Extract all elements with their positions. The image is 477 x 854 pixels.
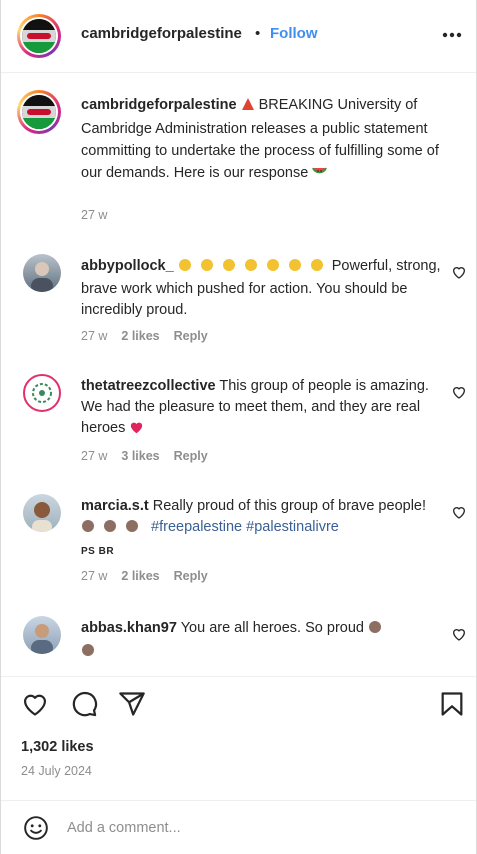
comment-likes[interactable]: 3 likes: [121, 449, 159, 463]
comment-meta: 27 w 3 likes Reply: [81, 449, 208, 463]
comment-text: Really proud of this group of brave peop…: [152, 498, 427, 514]
follow-button[interactable]: Follow: [270, 25, 318, 42]
comment-like-heart-icon[interactable]: [451, 504, 467, 520]
muscle-emoji-icon: [81, 643, 95, 664]
watermelon-icon: [312, 164, 328, 186]
share-icon[interactable]: [118, 690, 146, 718]
reply-button[interactable]: Reply: [174, 449, 208, 463]
header-divider: [1, 72, 476, 73]
comment-like-heart-icon[interactable]: [451, 264, 467, 280]
commenter-avatar[interactable]: [23, 616, 61, 654]
caption-username[interactable]: cambridgeforpalestine: [81, 97, 237, 113]
comment-username[interactable]: abbas.khan97: [81, 620, 177, 636]
post-panel: cambridgeforpalestine • Follow cambridge…: [0, 0, 477, 854]
palestine-flag-logo: [22, 95, 56, 129]
comment-time: 27 w: [81, 449, 108, 463]
comment-icon[interactable]: [70, 690, 98, 718]
comment-input[interactable]: [67, 816, 427, 840]
reply-button[interactable]: Reply: [174, 329, 208, 343]
clapping-hands-icons: [178, 257, 328, 279]
comment-username[interactable]: thetatreezcollective: [81, 378, 216, 394]
hashtag-link[interactable]: #palestinalivre: [246, 519, 339, 535]
comment-text-block: abbas.khan97 You are all heroes. So prou…: [81, 618, 441, 664]
flag-emojis: PS BR: [81, 546, 115, 557]
author-avatar[interactable]: [17, 14, 61, 58]
heart-emoji-icon: [129, 420, 144, 441]
heart-icon[interactable]: [21, 690, 49, 718]
actions-divider: [1, 676, 476, 677]
caption-text-block: cambridgeforpalestine BREAKING Universit…: [81, 94, 453, 186]
comment-like-heart-icon[interactable]: [451, 626, 467, 642]
comment-text: You are all heroes. So proud: [180, 620, 364, 636]
comment-time: 27 w: [81, 569, 108, 583]
muscle-emoji-icons: [81, 519, 147, 540]
reply-button[interactable]: Reply: [174, 569, 208, 583]
header-username[interactable]: cambridgeforpalestine: [81, 25, 242, 42]
separator-dot: •: [255, 25, 261, 42]
comment-text-block: abbypollock_ Powerful, strong, brave wor…: [81, 256, 441, 321]
post-date: 24 July 2024: [21, 764, 92, 778]
post-header: cambridgeforpalestine • Follow: [1, 0, 476, 72]
comment-text-block: marcia.s.t Really proud of this group of…: [81, 496, 441, 562]
palestine-flag-logo: [22, 19, 56, 53]
commenter-avatar[interactable]: [23, 374, 61, 412]
comment-username[interactable]: abbypollock_: [81, 258, 174, 274]
bookmark-icon[interactable]: [438, 690, 466, 718]
smile-icon[interactable]: [23, 815, 49, 841]
comment-like-heart-icon[interactable]: [451, 384, 467, 400]
comment-username[interactable]: marcia.s.t: [81, 498, 149, 514]
commenter-avatar[interactable]: [23, 254, 61, 292]
more-horizontal-icon[interactable]: [437, 25, 467, 45]
caption-avatar[interactable]: [17, 90, 61, 134]
comment-meta: 27 w 2 likes Reply: [81, 329, 208, 343]
likes-count[interactable]: 1,302 likes: [21, 739, 94, 755]
warning-icon: [241, 96, 255, 118]
caption-time: 27 w: [81, 208, 108, 222]
commenter-avatar[interactable]: [23, 494, 61, 532]
comment-likes[interactable]: 2 likes: [121, 569, 159, 583]
hashtag-link[interactable]: #freepalestine: [151, 519, 242, 535]
caption-meta: 27 w: [81, 208, 107, 222]
comment-likes[interactable]: 2 likes: [121, 329, 159, 343]
muscle-emoji-icon: [368, 620, 382, 641]
comment-time: 27 w: [81, 329, 108, 343]
comment-meta: 27 w 2 likes Reply: [81, 569, 208, 583]
comment-text-block: thetatreezcollective This group of peopl…: [81, 376, 441, 441]
